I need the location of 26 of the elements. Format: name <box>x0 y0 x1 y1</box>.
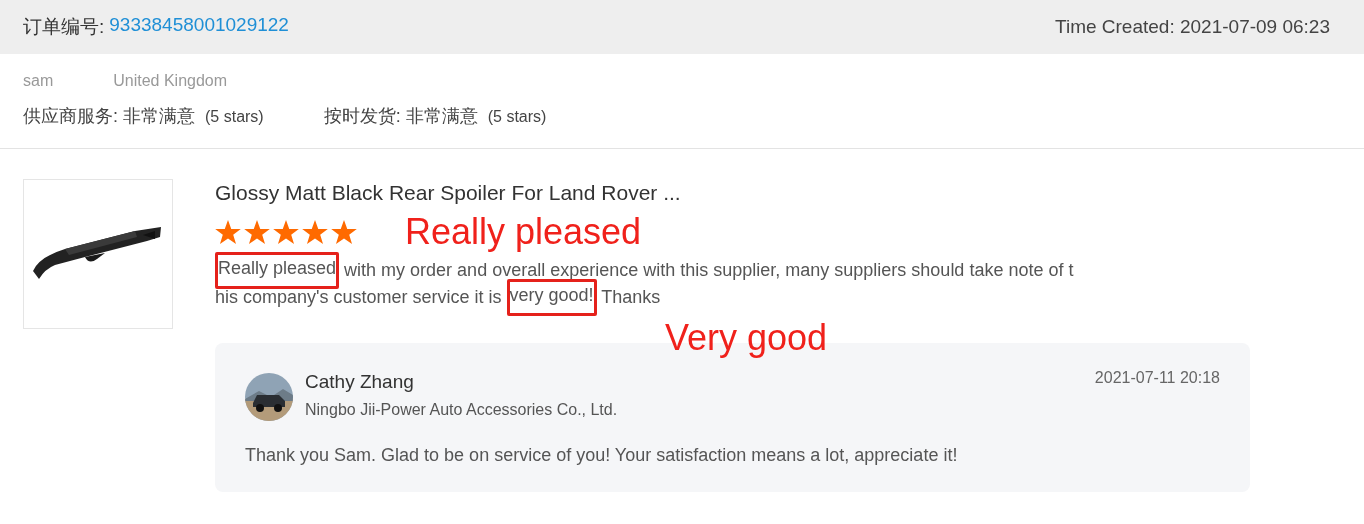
annotation-text: Very good <box>665 317 828 359</box>
review-comment-text: his company's customer service it is <box>215 287 503 307</box>
order-number-label: 订单编号: <box>23 15 105 39</box>
buyer-country: United Kingdom <box>113 72 228 90</box>
rating-stars-text: (5 stars) <box>487 108 547 126</box>
star-icon <box>273 219 299 245</box>
replier-name: Cathy Zhang <box>305 371 415 393</box>
rating-stars-text: (5 stars) <box>205 108 264 126</box>
time-created: Time Created: 2021-07-09 06:23 <box>1055 16 1330 38</box>
star-icon <box>331 219 357 245</box>
replier-company: Ningbo Jii-Power Auto Accessories Co., Ltd. <box>305 401 619 419</box>
review-comment-text: Thanks <box>600 287 661 307</box>
buyer-name: sam <box>23 72 54 90</box>
review-comment-text: with my order and overall experience with this supplier, many suppliers should take note of t <box>343 260 1074 280</box>
rating-label: 供应商服务: <box>23 105 118 128</box>
product-title[interactable]: Glossy Matt Black Rear Spoiler For Land Rover ... <box>215 181 1250 205</box>
rating-value: 非常满意 <box>123 105 195 128</box>
rating-value: 非常满意 <box>405 105 478 128</box>
star-icon <box>244 219 270 245</box>
star-icon <box>302 219 328 245</box>
star-icon <box>215 219 241 245</box>
highlighted-review-text: Really pleased <box>215 252 340 289</box>
reply-message: Thank you Sam. Glad to be on service of you! Your satisfaction means a lot, appreciate it! <box>245 445 959 466</box>
reply-time: 2021-07-11 20:18 <box>1094 369 1220 387</box>
annotation-text: Really pleased <box>405 211 642 253</box>
rating-label: 按时发货: <box>323 105 401 128</box>
